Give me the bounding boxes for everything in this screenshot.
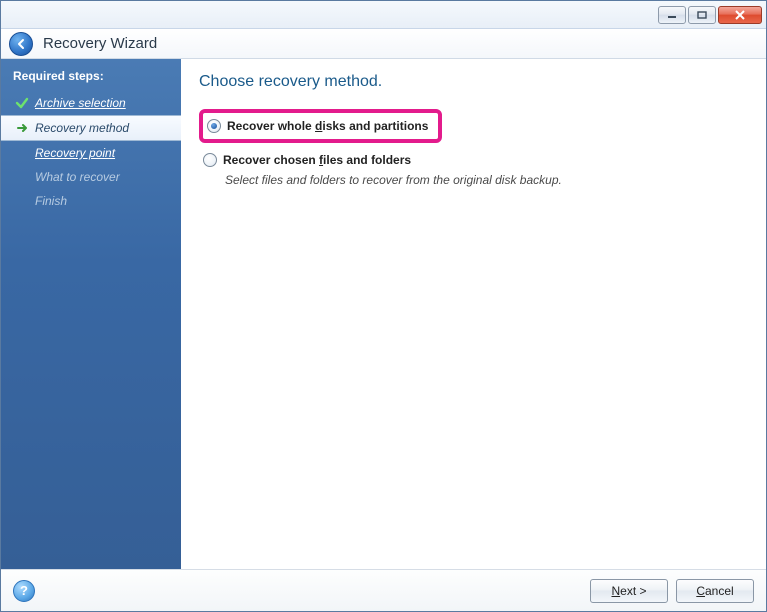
body: Required steps: Archive selection Recove… bbox=[1, 59, 766, 569]
step-label: Archive selection bbox=[35, 96, 126, 110]
next-button[interactable]: Next > bbox=[590, 579, 668, 603]
cancel-button[interactable]: Cancel bbox=[676, 579, 754, 603]
radio-recover-disks[interactable] bbox=[207, 119, 221, 133]
recovery-wizard-window: Recovery Wizard Required steps: Archive … bbox=[0, 0, 767, 612]
step-label: Recovery point bbox=[35, 146, 115, 160]
main-panel: Choose recovery method. Recover whole di… bbox=[181, 59, 766, 569]
option-recover-files[interactable]: Recover chosen files and folders bbox=[199, 149, 748, 171]
step-label: Recovery method bbox=[35, 121, 129, 135]
window-title: Recovery Wizard bbox=[43, 35, 157, 52]
page-title: Choose recovery method. bbox=[199, 73, 748, 91]
arrow-right-icon bbox=[15, 121, 29, 135]
sidebar-header: Required steps: bbox=[1, 59, 181, 91]
minimize-icon bbox=[667, 11, 677, 19]
option-recover-disks[interactable]: Recover whole disks and partitions bbox=[199, 109, 442, 143]
checkmark-icon bbox=[15, 96, 29, 110]
step-recovery-method[interactable]: Recovery method bbox=[1, 115, 181, 141]
step-archive-selection[interactable]: Archive selection bbox=[1, 91, 181, 115]
radio-recover-disks-label: Recover whole disks and partitions bbox=[227, 119, 428, 133]
header: Recovery Wizard bbox=[1, 29, 766, 59]
sidebar: Required steps: Archive selection Recove… bbox=[1, 59, 181, 569]
radio-recover-files-label: Recover chosen files and folders bbox=[223, 153, 411, 167]
titlebar bbox=[1, 1, 766, 29]
back-arrow-icon bbox=[14, 37, 28, 51]
step-recovery-point[interactable]: Recovery point bbox=[1, 141, 181, 165]
help-button[interactable]: ? bbox=[13, 580, 35, 602]
step-label: What to recover bbox=[35, 170, 120, 184]
help-icon: ? bbox=[20, 583, 28, 598]
close-icon bbox=[734, 10, 746, 20]
maximize-icon bbox=[697, 11, 707, 19]
close-button[interactable] bbox=[718, 6, 762, 24]
step-finish: Finish bbox=[1, 189, 181, 213]
footer: ? Next > Cancel bbox=[1, 569, 766, 611]
maximize-button[interactable] bbox=[688, 6, 716, 24]
back-button[interactable] bbox=[9, 32, 33, 56]
option-recover-files-description: Select files and folders to recover from… bbox=[225, 173, 748, 187]
minimize-button[interactable] bbox=[658, 6, 686, 24]
radio-recover-files[interactable] bbox=[203, 153, 217, 167]
step-what-to-recover: What to recover bbox=[1, 165, 181, 189]
step-label: Finish bbox=[35, 194, 67, 208]
